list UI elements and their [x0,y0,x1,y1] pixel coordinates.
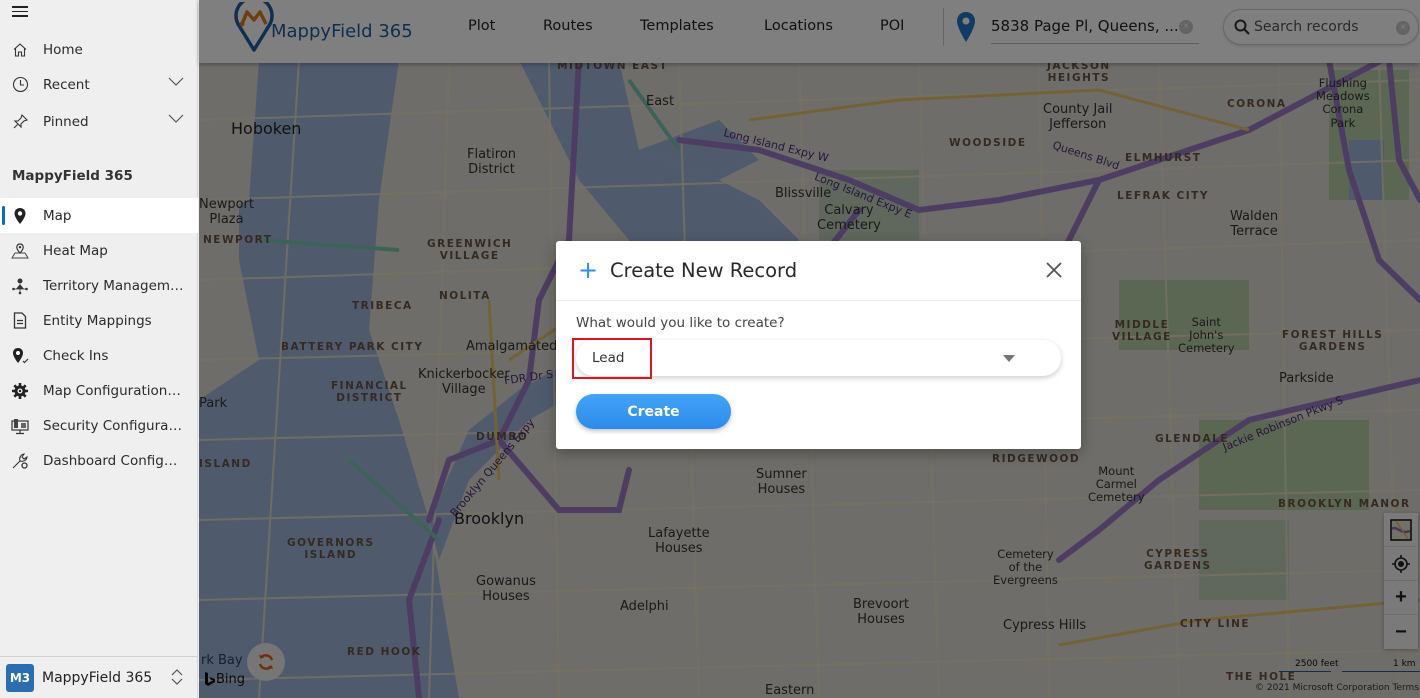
record-type-label: What would you like to create? [576,315,785,331]
home-icon [11,41,29,59]
app-switcher-name: MappyField 365 [42,669,153,686]
check-in-icon [11,347,29,365]
create-record-dialog: + Create New Record What would you like … [556,241,1081,449]
app-badge: M3 [6,663,34,692]
app-switcher[interactable]: M3 MappyField 365 [0,656,198,698]
sidebar-item-label: Map Configuration D... [43,382,185,399]
sidebar-item-home[interactable]: Home [0,32,198,67]
close-icon[interactable] [1045,261,1063,279]
sidebar-item-label: Heat Map [43,242,108,259]
sidebar-item-map[interactable]: Map [0,198,198,233]
sidebar-item-dashboard-configuration[interactable]: Dashboard Configur... [0,443,198,478]
hamburger-icon[interactable] [12,4,28,18]
sidebar-item-pinned[interactable]: Pinned [0,104,198,139]
sidebar-item-label: Home [43,41,83,58]
record-type-value: Lead [592,350,625,366]
create-button[interactable]: Create [576,394,731,429]
app-window: Home Recent Pinned MappyField 365 Map He… [0,0,1420,698]
record-type-select[interactable]: Lead [576,340,1061,376]
sidebar-item-label: Security Configuratio... [43,417,185,434]
sidebar-item-entity-mappings[interactable]: Entity Mappings [0,303,198,338]
document-icon [11,312,29,330]
wrench-gear-icon [11,452,29,470]
chevron-down-icon[interactable] [168,114,184,124]
sidebar-item-check-ins[interactable]: Check Ins [0,338,198,373]
sidebar-item-label: Pinned [43,113,89,130]
pin-icon [11,113,29,131]
sidebar-item-label: Map [43,207,72,224]
sidebar-item-recent[interactable]: Recent [0,67,198,102]
plus-icon: + [578,256,599,284]
sidebar-item-label: Entity Mappings [43,312,152,329]
clock-icon [11,76,29,94]
sidebar-item-label: Recent [43,76,90,93]
sidebar-item-map-configuration[interactable]: Map Configuration D... [0,373,198,408]
caret-down-icon [1003,355,1015,362]
dialog-title: Create New Record [610,259,798,282]
dialog-header: + Create New Record [556,241,1081,301]
sidebar-item-label: Territory Management [43,277,185,294]
sidebar-item-security-configuration[interactable]: Security Configuratio... [0,408,198,443]
sidebar: Home Recent Pinned MappyField 365 Map He… [0,0,198,698]
sidebar-item-territory-management[interactable]: Territory Management [0,268,198,303]
territory-icon [11,277,29,295]
heat-map-icon [11,242,29,260]
sidebar-section-title: MappyField 365 [12,168,133,184]
chevron-up-down-icon[interactable] [170,668,184,686]
sidebar-item-label: Check Ins [43,347,109,364]
security-config-icon [11,417,29,435]
gear-icon [11,382,29,400]
sidebar-item-heat-map[interactable]: Heat Map [0,233,198,268]
chevron-down-icon[interactable] [168,77,184,87]
sidebar-item-label: Dashboard Configur... [43,452,185,469]
map-pin-icon [11,207,29,225]
